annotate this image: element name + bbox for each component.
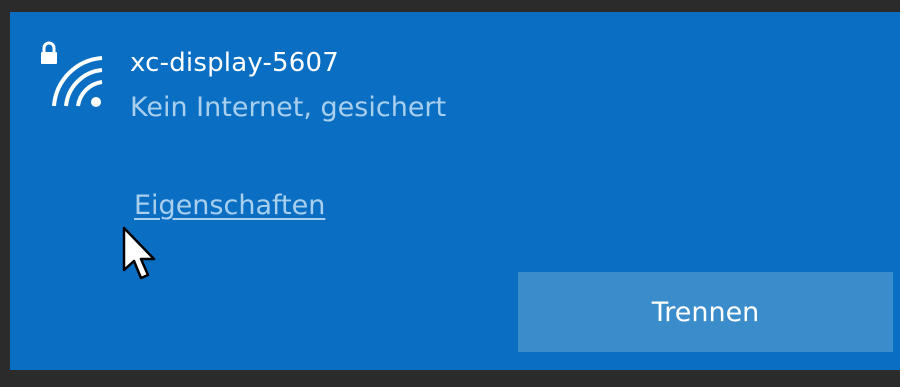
network-name: xc-display-5607 xyxy=(130,48,340,78)
disconnect-button[interactable]: Trennen xyxy=(518,272,893,352)
lock-icon xyxy=(41,41,57,64)
network-status: Kein Internet, gesichert xyxy=(130,92,447,123)
bottom-frame xyxy=(0,370,900,387)
top-frame xyxy=(0,0,900,12)
mouse-pointer-icon xyxy=(122,226,158,286)
wifi-secured-icon xyxy=(38,40,108,110)
properties-link[interactable]: Eigenschaften xyxy=(134,190,325,221)
network-flyout-panel: xc-display-5607 Kein Internet, gesichert… xyxy=(10,12,900,370)
